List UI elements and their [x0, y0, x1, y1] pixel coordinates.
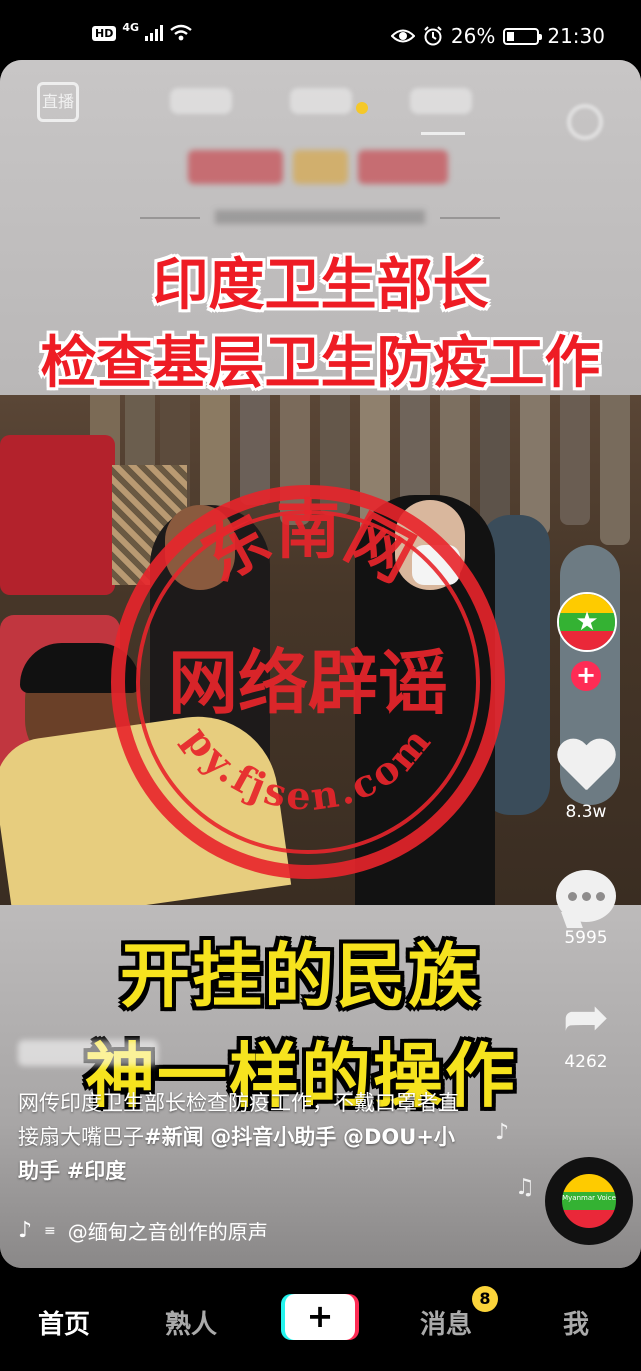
music-bars-icon: ≡: [44, 1222, 56, 1239]
status-left: HD 4G: [92, 20, 193, 42]
blurred-logo: [188, 150, 458, 190]
share-count: 4262: [564, 1052, 608, 1072]
mention-douyin-helper[interactable]: @抖音小助手: [210, 1125, 336, 1149]
battery-icon: [503, 27, 543, 45]
svg-text:py.fjsen.com: py.fjsen.com: [176, 717, 441, 819]
bottom-nav: 首页 熟人 + 消息 8 我: [0, 1268, 641, 1371]
nav-friends[interactable]: 熟人: [165, 1304, 217, 1341]
share-button[interactable]: ➦ 4262: [546, 985, 626, 1073]
nav-me[interactable]: 我: [563, 1304, 589, 1341]
heart-icon: [555, 740, 617, 796]
disc-label: Myanmar Voice: [562, 1194, 616, 1202]
messages-badge: 8: [472, 1286, 498, 1312]
alarm-icon: [424, 26, 442, 46]
comment-button[interactable]: 5995: [546, 870, 626, 948]
divider: [440, 217, 500, 219]
overlay-title-line-1: 开挂的民族: [120, 935, 480, 1017]
clock: 21:30: [547, 24, 605, 48]
status-right: 26% 21:30: [390, 24, 605, 48]
blurred-tab: [290, 88, 352, 114]
nav-messages[interactable]: 消息: [420, 1304, 472, 1341]
rumor-debunk-stamp: 东南网 网络辟谣 py.fjsen.com: [111, 485, 505, 879]
network-type: 4G: [122, 20, 140, 34]
hd-indicator: HD: [92, 25, 117, 41]
divider: [140, 217, 200, 219]
follow-button[interactable]: +: [571, 661, 601, 691]
video-player[interactable]: 直播 印度卫生部长 检查基层卫生防疫工作 东南网 网络辟谣 py.fjsen.c…: [0, 60, 641, 1268]
hanging-cloth: [560, 395, 590, 525]
comment-icon: [556, 870, 616, 922]
star-icon: ★: [575, 607, 599, 637]
video-caption: 网传印度卫生部长检查防疫工作，不戴口罩者直接扇大嘴巴子#新闻 @抖音小助手 @D…: [18, 1086, 468, 1188]
music-disc[interactable]: Myanmar Voice: [545, 1157, 633, 1245]
blurred-subtitle: [215, 210, 425, 224]
embedded-app-header: 直播: [0, 82, 641, 140]
signal-icon: [145, 25, 164, 41]
like-count: 8.3w: [565, 802, 607, 822]
plus-icon: +: [285, 1294, 355, 1340]
video-header-graphic: 直播 印度卫生部长 检查基层卫生防疫工作: [0, 60, 641, 396]
create-button[interactable]: +: [281, 1294, 359, 1340]
stamp-center-text: 网络辟谣: [168, 641, 448, 724]
stamp-bottom-text: py.fjsen.com: [176, 717, 438, 819]
share-arrow-icon: ➦: [562, 985, 610, 1050]
music-title: @缅甸之音创作的原声: [67, 1220, 268, 1244]
blurred-tab: [410, 88, 472, 114]
blurred-dot: [356, 102, 368, 114]
disc-cover: Myanmar Voice: [562, 1174, 616, 1228]
blurred-search-icon: [567, 104, 603, 140]
blurred-underline: [421, 132, 465, 135]
creator-avatar[interactable]: ★: [557, 592, 617, 652]
like-button[interactable]: 8.3w: [546, 740, 626, 822]
headline-line-1: 印度卫生部长: [152, 253, 489, 318]
headline-line-2: 检查基层卫生防疫工作: [40, 331, 601, 396]
author-name[interactable]: [18, 1040, 158, 1066]
live-icon: 直播: [37, 82, 79, 122]
hashtag-india[interactable]: #印度: [67, 1159, 127, 1183]
comment-count: 5995: [564, 928, 608, 948]
red-shirt: [0, 435, 115, 595]
hashtag-news[interactable]: #新闻: [144, 1125, 204, 1149]
battery-percent: 26%: [450, 24, 496, 48]
hanging-cloth: [600, 395, 630, 545]
music-info[interactable]: ♪ ≡ @缅甸之音创作的原声: [18, 1216, 268, 1245]
hanging-cloth: [520, 395, 550, 535]
wifi-icon: [170, 24, 192, 41]
music-note-icon: ♫: [515, 1175, 535, 1200]
music-note-icon: ♪: [495, 1120, 510, 1145]
tiktok-icon: ♪: [18, 1218, 33, 1243]
blurred-tab: [170, 88, 232, 114]
eye-icon: [390, 29, 415, 43]
nav-home[interactable]: 首页: [38, 1304, 90, 1341]
